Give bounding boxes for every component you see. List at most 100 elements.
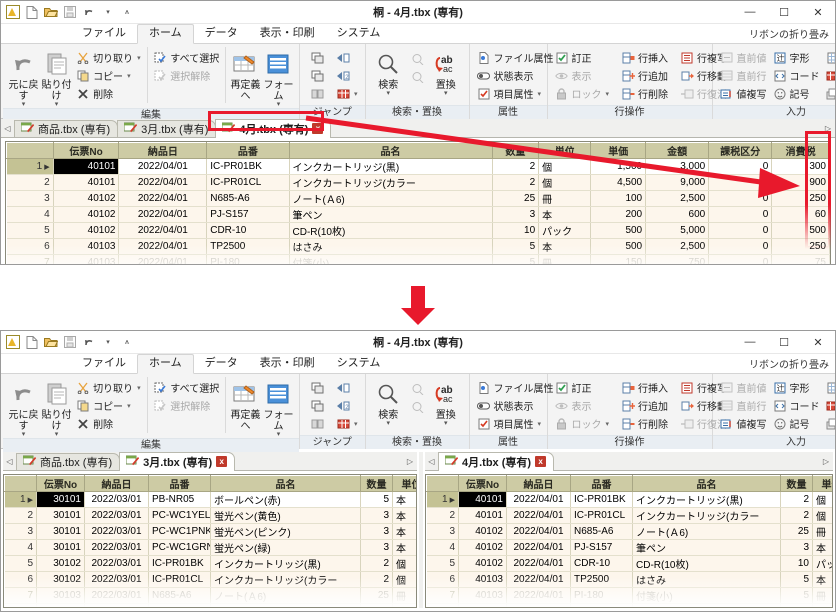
glyph-button[interactable]: 辻 字形	[770, 49, 823, 66]
grid-cell[interactable]: 0	[708, 158, 773, 175]
reference-button[interactable]: 参照 ▾	[823, 85, 835, 102]
grid-cell[interactable]: 2022/04/01	[506, 507, 571, 524]
table-row[interactable]: 7 30103 2022/03/01 N685-A6 ノート(Ａ6) 25 冊	[4, 587, 416, 604]
doc-tab-april[interactable]: 4月.tbx (専有) x	[438, 452, 555, 471]
ribbon-tab-bar[interactable]: ファイル ホーム データ 表示・印刷 システム リボンの折り畳み	[1, 24, 835, 44]
grid-cell[interactable]: 2022/03/01	[84, 507, 149, 524]
grid-cell[interactable]: PJ-S157	[570, 539, 633, 556]
grid-cell[interactable]: 3	[360, 507, 393, 524]
doc-tab-close-icon[interactable]: x	[535, 456, 547, 467]
tab-nav-right[interactable]: ▷	[403, 457, 417, 466]
search-button[interactable]: 検索 ▾	[370, 47, 408, 97]
correct-button[interactable]: 訂正	[552, 49, 613, 66]
grid-cell[interactable]: 本	[392, 491, 416, 508]
tab-nav-left[interactable]: ◁	[1, 124, 14, 133]
table-row[interactable]: 8401032022/04/01IC-PR01BKインクカートリッジ(黒)1個	[426, 603, 832, 607]
deselect-button[interactable]: 選択解除	[150, 67, 222, 84]
column-header[interactable]: 品名	[210, 475, 361, 492]
select-all-button[interactable]: すべて選択	[150, 379, 222, 396]
column-header[interactable]: 品名	[632, 475, 781, 492]
lock-button[interactable]: ロック ▾	[552, 85, 613, 102]
table-row[interactable]: 1 ▶ 40101 2022/04/01 IC-PR01BK インクカートリッジ(黒) 2 個…	[6, 158, 830, 175]
grid-cell[interactable]: インクカートリッジ(黒)	[210, 555, 361, 572]
prev-value-button[interactable]: 直前値	[717, 49, 770, 66]
search-next-button[interactable]	[407, 398, 427, 415]
grid-cell[interactable]: CDR-10	[206, 222, 290, 239]
row-number-cell[interactable]: 5	[426, 555, 459, 572]
prev-value-button[interactable]: 直前値	[717, 379, 770, 396]
grid-cell[interactable]: IC-PR01CL	[570, 507, 633, 524]
column-header[interactable]: 数量	[491, 142, 540, 159]
grid-cell[interactable]: 筆ペン	[289, 206, 493, 223]
grid-cell[interactable]: 2022/04/01	[506, 587, 571, 604]
table-row[interactable]: 8301032022/03/01PJ-S157筆ペン3本	[4, 603, 416, 607]
row-number-cell[interactable]: 4	[6, 206, 54, 223]
doc-tab-shohin[interactable]: 商品.tbx (専有)	[16, 452, 121, 470]
ribbon-tab-view-print[interactable]: 表示・印刷	[249, 355, 326, 373]
table-row[interactable]: 6 40103 2022/04/01 TP2500 はさみ 5 本 500 2,500 0 250	[6, 238, 830, 255]
calc-button[interactable]: 計算	[823, 49, 835, 66]
grid-cell[interactable]: 2022/03/01	[84, 555, 149, 572]
document-tab-strip-right[interactable]: ◁ 4月.tbx (専有) x ▷	[425, 452, 833, 471]
column-header[interactable]: 品名	[288, 142, 493, 159]
table-row[interactable]: 2 40101 2022/04/01 IC-PR01CL インクカートリッジ(カラー 2 個	[426, 507, 832, 524]
grid-cell[interactable]: 40101	[53, 158, 120, 175]
column-header[interactable]: 単位	[812, 475, 832, 492]
grid-cell[interactable]: 300	[771, 158, 830, 175]
grid-cell[interactable]: 0	[708, 174, 773, 191]
row-number-cell[interactable]: 2	[4, 507, 37, 524]
chevron-down-icon[interactable]: ▾	[387, 90, 391, 97]
qat-more-icon[interactable]: ⩚	[119, 334, 135, 350]
row-add-button[interactable]: 行追加	[618, 67, 671, 84]
grid-cell[interactable]: パック	[812, 555, 832, 572]
ribbon-tab-file[interactable]: ファイル	[71, 25, 137, 43]
grid-cell[interactable]: 3	[360, 523, 393, 540]
save-icon[interactable]	[62, 334, 78, 350]
tab-nav-right[interactable]: ▷	[821, 124, 835, 133]
copy-button[interactable]: コピー ▾	[73, 397, 144, 414]
grid-cell[interactable]: N685-A6	[148, 587, 211, 604]
grid-cell[interactable]: 2022/04/01	[506, 539, 571, 556]
column-header[interactable]: 単位	[392, 475, 416, 492]
grid-cell[interactable]: 5	[492, 238, 540, 255]
column-header[interactable]: 納品日	[506, 475, 571, 492]
column-header[interactable]: 納品日	[84, 475, 149, 492]
table-row[interactable]: 6 30102 2022/03/01 IC-PR01CL インクカートリッジ(カラー 2 個	[4, 571, 416, 588]
grid-cell[interactable]: 60	[771, 206, 830, 223]
grid-cell[interactable]: 30101	[36, 539, 85, 556]
prev-row-button[interactable]: 直前行	[717, 397, 770, 414]
jump-top-button[interactable]	[333, 379, 361, 396]
grid-cell[interactable]: 30101	[36, 507, 85, 524]
ribbon[interactable]: 元に戻す ▾ 貼り付け ▾ 切り取り ▾ コピー ▾ 削除 すべて選択 選択解除…	[1, 44, 835, 122]
jump-bottom-button[interactable]: 2	[333, 397, 361, 414]
grid-cell[interactable]: ノート(Ａ6)	[289, 190, 493, 207]
grid-cell[interactable]: 個	[538, 174, 592, 191]
column-header[interactable]: 単価	[590, 142, 647, 159]
table-row[interactable]: 4 40102 2022/04/01 PJ-S157 筆ペン 3 本	[426, 539, 832, 556]
桐-window-top[interactable]: ▾ ⩚ 桐 - 4月.tbx (専有) — ☐ ✕ ファイル ホーム データ 表…	[0, 0, 836, 265]
grid-cell[interactable]: PC-WC1PNK	[148, 523, 211, 540]
row-delete-button[interactable]: 行削除	[618, 85, 671, 102]
grid-cell[interactable]: 500	[771, 222, 830, 239]
redefine-button[interactable]: 再定義へ	[229, 47, 262, 102]
undo-icon[interactable]	[81, 334, 97, 350]
grid-cell[interactable]: TP2500	[206, 238, 290, 255]
grid-cell[interactable]: 本	[392, 507, 416, 524]
grid-cell[interactable]: 10	[492, 222, 540, 239]
grid-cell[interactable]: 2022/04/01	[118, 238, 208, 255]
grid-cell[interactable]: PJ-S157	[148, 603, 211, 607]
column-header[interactable]: 品番	[148, 475, 211, 492]
grid-cell[interactable]: インクカートリッジ(黒)	[632, 603, 781, 607]
code-button[interactable]: コード	[770, 397, 823, 414]
grid-cell[interactable]: 500	[590, 238, 647, 255]
pane-right[interactable]: ◁ 4月.tbx (専有) x ▷ 伝票No納品日品番品名数量単位単1▶4010…	[423, 452, 835, 608]
prev-row-button[interactable]: 直前行	[717, 67, 770, 84]
jump-first-button[interactable]	[307, 49, 327, 66]
grid-cell[interactable]: 40103	[53, 238, 120, 255]
grid-cell[interactable]: 蛍光ペン(ピンク)	[210, 523, 361, 540]
jump-first-button[interactable]	[307, 379, 327, 396]
row-number-cell[interactable]: 6	[4, 571, 37, 588]
undo-icon[interactable]	[81, 4, 97, 20]
cut-button[interactable]: 切り取り ▾	[73, 379, 144, 396]
grid-cell[interactable]: 冊	[538, 254, 592, 264]
